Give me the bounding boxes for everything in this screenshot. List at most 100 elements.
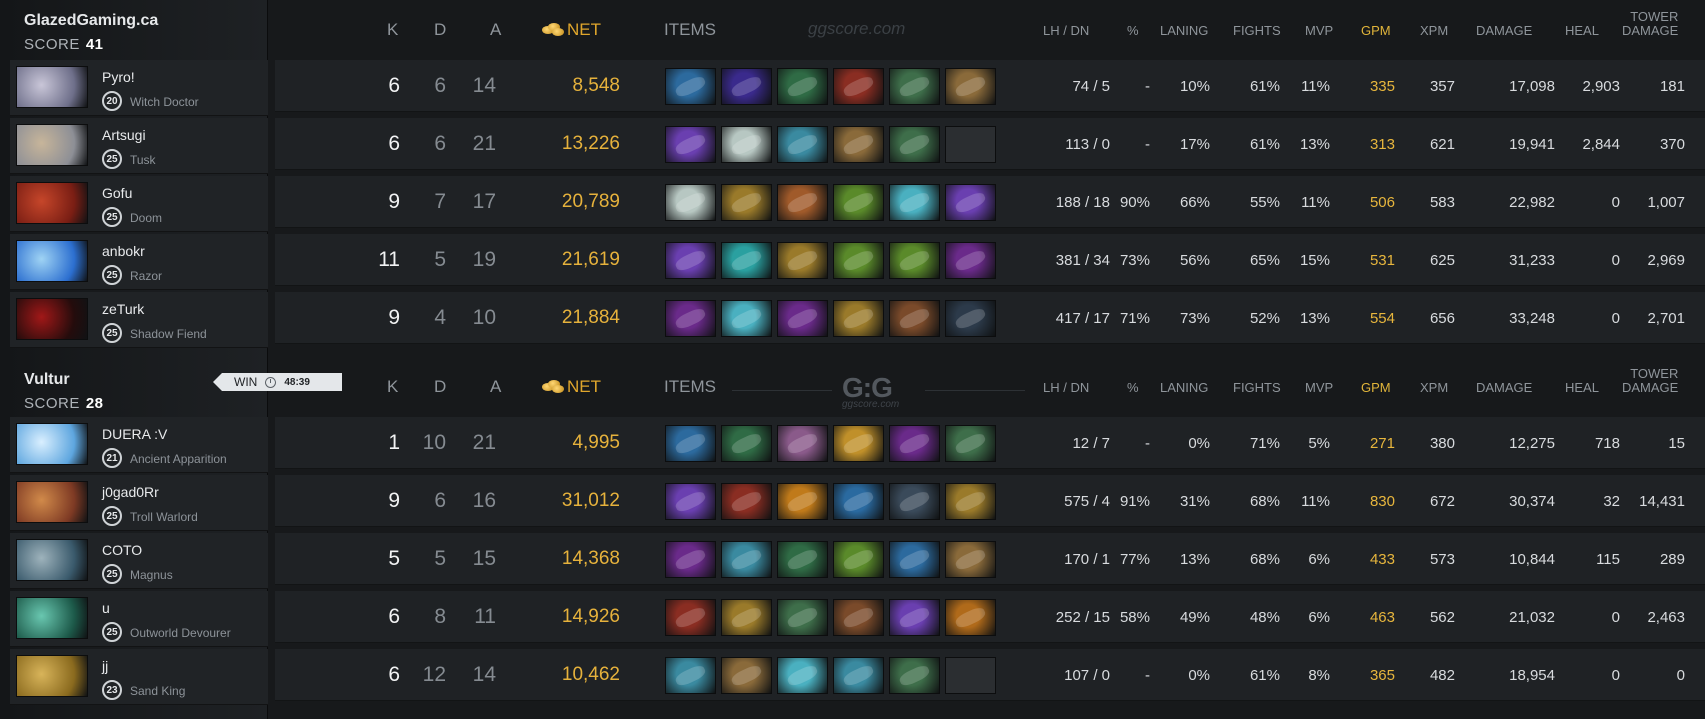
item-icon[interactable] — [889, 599, 940, 636]
item-icon[interactable] — [945, 242, 996, 279]
hero-portrait[interactable] — [16, 655, 88, 697]
item-icon[interactable] — [721, 541, 772, 578]
player-stats-row: 5 5 15 14,368 170 / 1 77% 13% 68% 6% 433 573 10,844… — [275, 533, 1705, 585]
item-icon[interactable] — [665, 657, 716, 694]
item-icon[interactable] — [833, 425, 884, 462]
item-icon[interactable] — [889, 68, 940, 105]
item-icon[interactable] — [721, 68, 772, 105]
item-icon[interactable] — [889, 483, 940, 520]
item-icon[interactable] — [945, 300, 996, 337]
team-name[interactable]: Vultur — [24, 371, 104, 389]
player-card[interactable]: Pyro! 20 Witch Doctor — [10, 60, 268, 116]
player-name[interactable]: Pyro! — [102, 69, 135, 85]
item-icon[interactable] — [945, 483, 996, 520]
item-icon[interactable] — [833, 541, 884, 578]
hero-portrait[interactable] — [16, 124, 88, 166]
hero-portrait[interactable] — [16, 182, 88, 224]
item-icon[interactable] — [721, 184, 772, 221]
item-icon[interactable] — [833, 483, 884, 520]
player-name[interactable]: DUERA :V — [102, 426, 167, 442]
item-icon[interactable] — [777, 126, 828, 163]
item-icon[interactable] — [777, 657, 828, 694]
heal-value: 0 — [1611, 309, 1620, 327]
item-icon[interactable] — [665, 300, 716, 337]
item-icon[interactable] — [777, 242, 828, 279]
item-icon[interactable] — [945, 425, 996, 462]
item-icon[interactable] — [665, 184, 716, 221]
item-icon[interactable] — [777, 425, 828, 462]
item-icon[interactable] — [889, 242, 940, 279]
item-icon[interactable] — [721, 657, 772, 694]
net-worth-value: 21,619 — [561, 249, 620, 270]
item-icon[interactable] — [889, 126, 940, 163]
player-card[interactable]: anbokr 25 Razor — [10, 234, 268, 290]
item-icon[interactable] — [721, 126, 772, 163]
item-icon[interactable] — [777, 541, 828, 578]
item-icon[interactable] — [665, 242, 716, 279]
team-name[interactable]: GlazedGaming.ca — [24, 12, 158, 30]
item-icon[interactable] — [889, 300, 940, 337]
item-icon[interactable] — [665, 68, 716, 105]
player-name[interactable]: zeTurk — [102, 301, 144, 317]
item-icon[interactable] — [889, 184, 940, 221]
item-icon[interactable] — [777, 483, 828, 520]
xpm-value: 625 — [1429, 251, 1455, 269]
item-icon[interactable] — [833, 657, 884, 694]
player-card[interactable]: u 25 Outworld Devourer — [10, 591, 268, 647]
player-card[interactable]: DUERA :V 21 Ancient Apparition — [10, 417, 268, 473]
hero-portrait[interactable] — [16, 240, 88, 282]
item-icon[interactable] — [833, 242, 884, 279]
item-icon[interactable] — [721, 300, 772, 337]
item-icon[interactable] — [945, 184, 996, 221]
hero-portrait[interactable] — [16, 597, 88, 639]
player-name[interactable]: COTO — [102, 542, 142, 558]
player-card[interactable]: Gofu 25 Doom — [10, 176, 268, 232]
header-lh-dn: LH / DN — [1043, 23, 1090, 38]
deaths-value: 5 — [434, 248, 446, 271]
player-card[interactable]: jj 23 Sand King — [10, 649, 268, 705]
player-name[interactable]: jj — [102, 658, 108, 674]
item-icon[interactable] — [777, 68, 828, 105]
hero-portrait[interactable] — [16, 423, 88, 465]
item-icon[interactable] — [665, 483, 716, 520]
cs-percent-value: 91% — [1119, 492, 1150, 510]
item-icon[interactable] — [945, 68, 996, 105]
player-card[interactable]: zeTurk 25 Shadow Fiend — [10, 292, 268, 348]
item-icon[interactable] — [777, 300, 828, 337]
player-card[interactable]: COTO 25 Magnus — [10, 533, 268, 589]
item-icon[interactable] — [889, 541, 940, 578]
player-name[interactable]: Artsugi — [102, 127, 146, 143]
player-card[interactable]: Artsugi 25 Tusk — [10, 118, 268, 174]
hero-portrait[interactable] — [16, 66, 88, 108]
item-icon[interactable] — [889, 657, 940, 694]
item-icon[interactable] — [833, 68, 884, 105]
item-icon[interactable] — [665, 425, 716, 462]
laning-value: 10% — [1179, 77, 1210, 95]
item-icon[interactable] — [889, 425, 940, 462]
player-name[interactable]: Gofu — [102, 185, 132, 201]
hero-portrait[interactable] — [16, 298, 88, 340]
item-icon[interactable] — [945, 541, 996, 578]
player-name[interactable]: j0gad0Rr — [102, 484, 159, 500]
item-icon[interactable] — [945, 599, 996, 636]
item-icon[interactable] — [721, 425, 772, 462]
hero-portrait[interactable] — [16, 539, 88, 581]
item-icon[interactable] — [721, 242, 772, 279]
item-icon[interactable] — [665, 599, 716, 636]
player-name[interactable]: u — [102, 600, 110, 616]
item-icon[interactable] — [665, 541, 716, 578]
hero-portrait[interactable] — [16, 481, 88, 523]
item-icon[interactable] — [721, 599, 772, 636]
item-icon[interactable] — [833, 184, 884, 221]
item-icon[interactable] — [665, 126, 716, 163]
player-card[interactable]: j0gad0Rr 25 Troll Warlord — [10, 475, 268, 531]
last-hits-denies-value: 381 / 34 — [1055, 251, 1110, 269]
item-icon[interactable] — [721, 483, 772, 520]
item-icon[interactable] — [833, 599, 884, 636]
player-name[interactable]: anbokr — [102, 243, 145, 259]
item-icon[interactable] — [777, 184, 828, 221]
item-icon[interactable] — [777, 599, 828, 636]
item-icon[interactable] — [833, 126, 884, 163]
item-icon[interactable] — [833, 300, 884, 337]
cs-percent-value: - — [1145, 135, 1150, 153]
